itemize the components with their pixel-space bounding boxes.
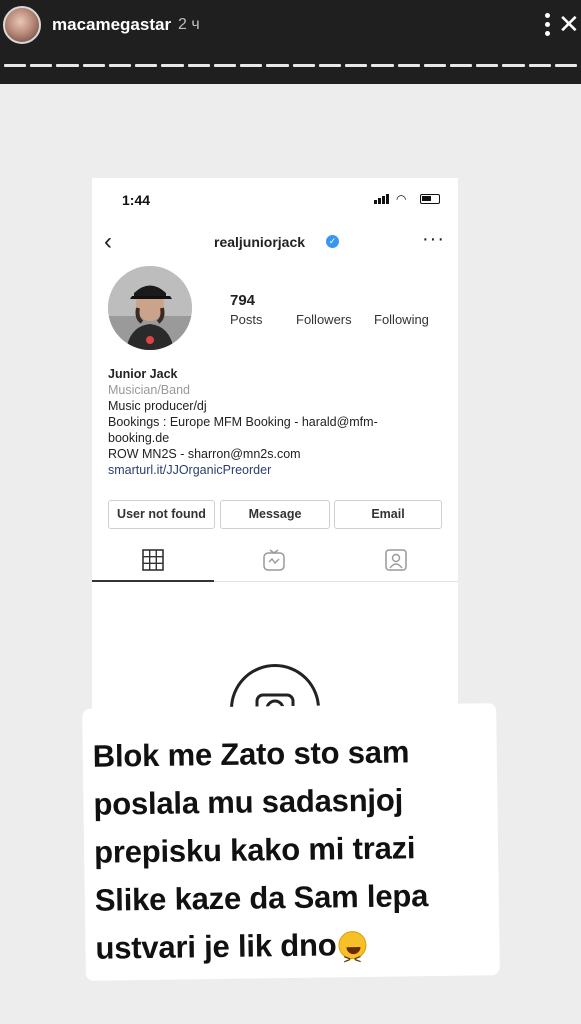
caption-line: Slike kaze da Sam lepa <box>94 878 429 918</box>
following-label[interactable]: Following <box>374 312 429 327</box>
more-options-icon[interactable]: ··· <box>422 228 445 251</box>
profile-category: Musician/Band <box>108 383 190 397</box>
caption-line: Blok me Zato sto sam <box>92 734 410 774</box>
story-progress-segment <box>161 64 184 67</box>
story-progress-segment <box>30 64 53 67</box>
story-close-icon[interactable]: ✕ <box>558 8 580 40</box>
profile-handle: realjuniorjack <box>214 234 306 250</box>
story-progress-segment <box>135 64 158 67</box>
story-timestamp: 2 ч <box>178 16 200 33</box>
bio-link[interactable]: smarturl.it/JJOrganicPreorder <box>108 462 448 478</box>
story-progress-segment <box>528 64 551 67</box>
bio-line: Bookings : Europe MFM Booking - harald@m… <box>108 415 378 429</box>
story-progress-segment <box>449 64 473 67</box>
email-button[interactable]: Email <box>334 500 442 529</box>
story-progress-segment <box>266 64 289 67</box>
verified-badge-icon: ✓ <box>326 235 339 248</box>
signal-icon <box>374 200 377 204</box>
story-progress-segment <box>187 64 210 67</box>
igtv-icon[interactable] <box>263 549 285 571</box>
profile-bio: Junior Jack Musician/Band Music producer… <box>108 366 448 478</box>
story-progress-segment <box>397 64 420 67</box>
story-progress-segment <box>292 64 315 67</box>
posts-label: Posts <box>230 312 263 327</box>
battery-icon <box>420 194 440 204</box>
story-progress-segment <box>554 64 578 67</box>
status-icons: ◠ <box>374 192 444 206</box>
status-time: 1:44 <box>122 192 151 208</box>
wifi-icon: ◠ <box>396 192 407 206</box>
story-progress-segment <box>502 64 525 67</box>
story-header: macamegastar 2 ч ✕ <box>0 0 581 84</box>
story-progress-bar <box>4 64 578 70</box>
user-not-found-button[interactable]: User not found <box>108 500 215 529</box>
story-username[interactable]: macamegastar <box>52 15 171 35</box>
story-progress-segment <box>108 64 132 67</box>
back-chevron-icon[interactable]: ‹ <box>104 228 112 256</box>
story-progress-segment <box>213 64 237 67</box>
tab-divider <box>214 581 458 582</box>
bio-line: ROW MN2S - sharron@mn2s.com <box>108 447 301 461</box>
posts-count: 794 <box>230 292 256 309</box>
grid-icon[interactable] <box>142 549 164 571</box>
caption-last-line: ustvari je lik dno <box>95 919 488 972</box>
profile-name: Junior Jack <box>108 367 178 381</box>
story-progress-segment <box>82 64 105 67</box>
profile-picture[interactable] <box>108 266 192 350</box>
bio-line: booking.de <box>108 431 170 445</box>
message-button[interactable]: Message <box>220 500 330 529</box>
story-progress-segment <box>476 64 499 67</box>
laughing-emoji-icon <box>338 930 367 960</box>
active-tab-indicator <box>92 580 214 582</box>
story-progress-segment <box>423 64 446 67</box>
profile-screenshot: 1:44 ◠ ‹ realjuniorjack ✓ ··· 794 Posts … <box>92 178 458 754</box>
story-progress-segment <box>4 64 27 67</box>
caption-line: poslala mu sadasnjoj <box>93 782 404 822</box>
tagged-icon[interactable] <box>385 549 407 571</box>
caption-line: prepisku kako mi trazi <box>93 830 416 870</box>
story-progress-segment <box>56 64 79 67</box>
story-progress-segment <box>318 64 342 67</box>
story-avatar[interactable] <box>3 6 41 44</box>
story-progress-segment <box>240 64 263 67</box>
story-caption: Blok me Zato sto sam poslala mu sadasnjo… <box>82 703 500 981</box>
bio-line: Music producer/dj <box>108 399 207 413</box>
story-more-icon[interactable] <box>540 10 554 42</box>
story-progress-segment <box>371 64 394 67</box>
story-progress-segment <box>345 64 368 67</box>
followers-label[interactable]: Followers <box>296 312 352 327</box>
